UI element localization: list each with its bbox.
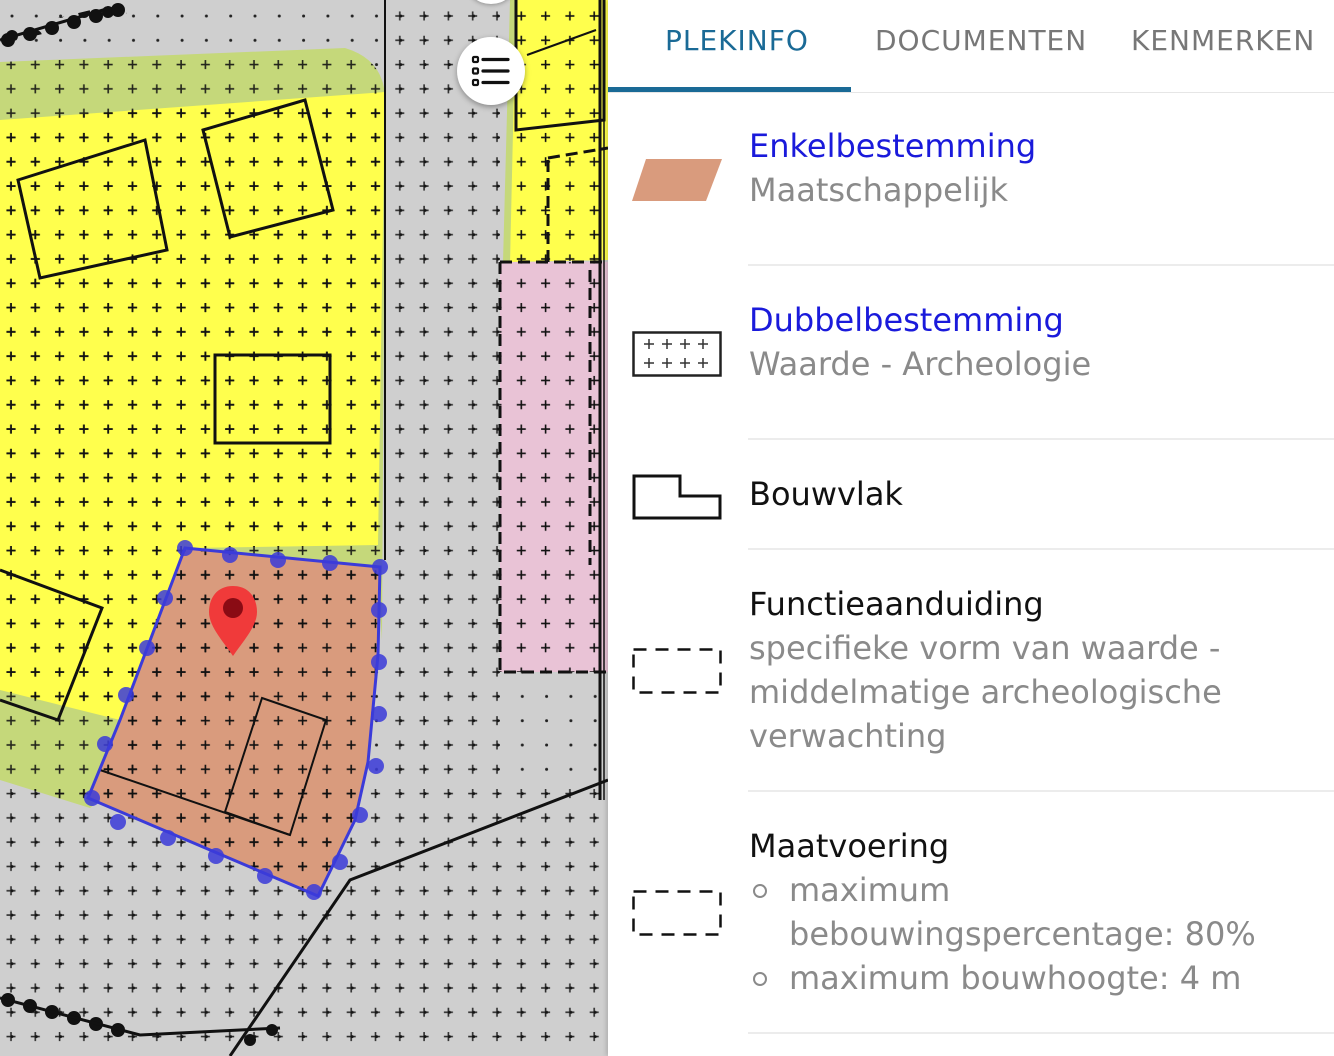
bouwvlak-outline-icon (632, 474, 722, 524)
spec-item: maximum bouwhoogte: 4 m (749, 956, 1330, 1000)
maatvoering-dashed-icon (632, 890, 722, 940)
tab-kenmerken[interactable]: KENMERKEN (1131, 24, 1315, 64)
entry-title: Maatvoering (749, 827, 950, 865)
entry-description: specifieke vorm van waarde - middelmatig… (749, 629, 1222, 755)
entry-title: Bouwvlak (749, 475, 903, 513)
entry-title-link[interactable]: Dubbelbestemming (749, 298, 1330, 342)
tab-documenten[interactable]: DOCUMENTEN (875, 24, 1087, 64)
dubbelbestemming-cross-hatch-icon (632, 331, 722, 381)
entry-title: Functieaanduiding (749, 585, 1044, 623)
spec-item: maximum bebouwingspercentage: 80% (749, 868, 1330, 956)
entry-title-link[interactable]: Enkelbestemming (749, 124, 1330, 168)
divider (748, 264, 1334, 266)
tab-plekinfo[interactable]: PLEKINFO (665, 24, 809, 64)
enkelbestemming-swatch-icon (632, 157, 724, 207)
spec-list: maximum bebouwingspercentage: 80% maximu… (749, 868, 1330, 1000)
tab-bar: PLEKINFO DOCUMENTEN KENMERKEN (608, 0, 1334, 93)
divider (748, 1032, 1334, 1034)
plan-map[interactable] (0, 0, 608, 1056)
entry-subtitle: Waarde - Archeologie (749, 345, 1092, 383)
entry-subtitle: Maatschappelijk (749, 171, 1009, 209)
list-icon[interactable] (457, 37, 525, 105)
info-panel: PLEKINFO DOCUMENTEN KENMERKEN Enkelbeste… (608, 0, 1334, 1056)
divider (748, 438, 1334, 440)
map-view[interactable] (0, 0, 608, 1056)
functieaanduiding-dashed-icon (632, 648, 722, 698)
divider (748, 548, 1334, 550)
active-tab-indicator (608, 87, 851, 92)
divider (748, 790, 1334, 792)
